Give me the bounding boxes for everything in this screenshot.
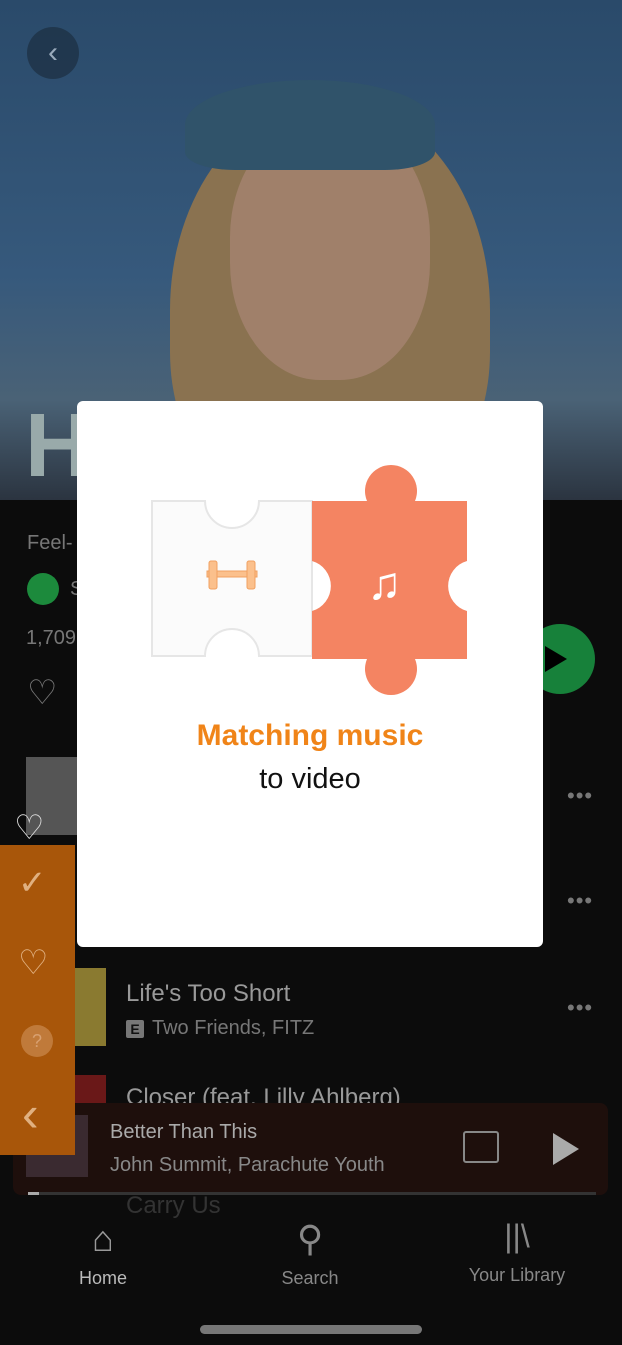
track-title[interactable]: Life's Too Short	[126, 980, 290, 1008]
modal-title: Matching music	[196, 719, 424, 752]
white-puzzle-piece	[151, 500, 313, 657]
chevron-left-icon[interactable]: ‹	[22, 1085, 39, 1143]
play-icon[interactable]	[553, 1133, 579, 1165]
home-indicator	[200, 1325, 422, 1334]
likes-count: 1,709	[26, 627, 77, 649]
track-artist: E Two Friends, FITZ	[126, 1017, 314, 1040]
more-icon[interactable]: •••	[567, 888, 593, 914]
nav-label: Home	[78, 1268, 127, 1288]
help-icon[interactable]: ?	[21, 1025, 53, 1057]
library-icon: ||\	[504, 1218, 530, 1254]
modal-subtitle: to video	[259, 763, 361, 795]
back-button[interactable]: ‹	[27, 27, 79, 79]
search-icon: ⚲	[296, 1218, 324, 1259]
track-title[interactable]: Carry Us	[126, 1192, 221, 1220]
music-note-icon: ♫	[367, 557, 402, 609]
playback-progress[interactable]	[28, 1192, 596, 1195]
artist-name: Two Friends, FITZ	[152, 1017, 315, 1039]
overlay-sidebar: ✓ ♡ ? ‹	[0, 845, 75, 1155]
more-icon[interactable]: •••	[567, 995, 593, 1021]
explicit-badge: E	[126, 1020, 144, 1038]
progress-fill	[28, 1192, 40, 1195]
more-icon[interactable]: •••	[567, 783, 593, 809]
now-playing-bar[interactable]: Better Than This John Summit, Parachute …	[13, 1103, 608, 1195]
spotify-logo-icon	[27, 573, 59, 605]
devices-icon[interactable]	[463, 1131, 499, 1163]
nav-home[interactable]: ⌂ Home	[63, 1218, 143, 1289]
now-playing-artist: John Summit, Parachute Youth	[110, 1154, 385, 1176]
puzzle-illustration: ♫	[151, 465, 467, 695]
nav-library[interactable]: ||\ Your Library	[462, 1218, 572, 1286]
playlist-subtitle: Feel-	[27, 532, 73, 554]
nav-label: Search	[281, 1268, 339, 1288]
now-playing-title: Better Than This	[110, 1121, 258, 1143]
home-icon: ⌂	[92, 1218, 114, 1259]
heart-icon[interactable]: ♡	[27, 673, 57, 713]
matching-modal: ♫ Matching music to video	[77, 401, 543, 947]
nav-label: Your Library	[468, 1265, 566, 1285]
cover-headband	[185, 80, 435, 170]
check-circle-icon[interactable]: ✓	[18, 863, 47, 903]
heart-icon[interactable]: ♡	[18, 943, 48, 983]
heart-icon[interactable]: ♡	[14, 808, 44, 848]
nav-search[interactable]: ⚲ Search	[270, 1218, 350, 1289]
